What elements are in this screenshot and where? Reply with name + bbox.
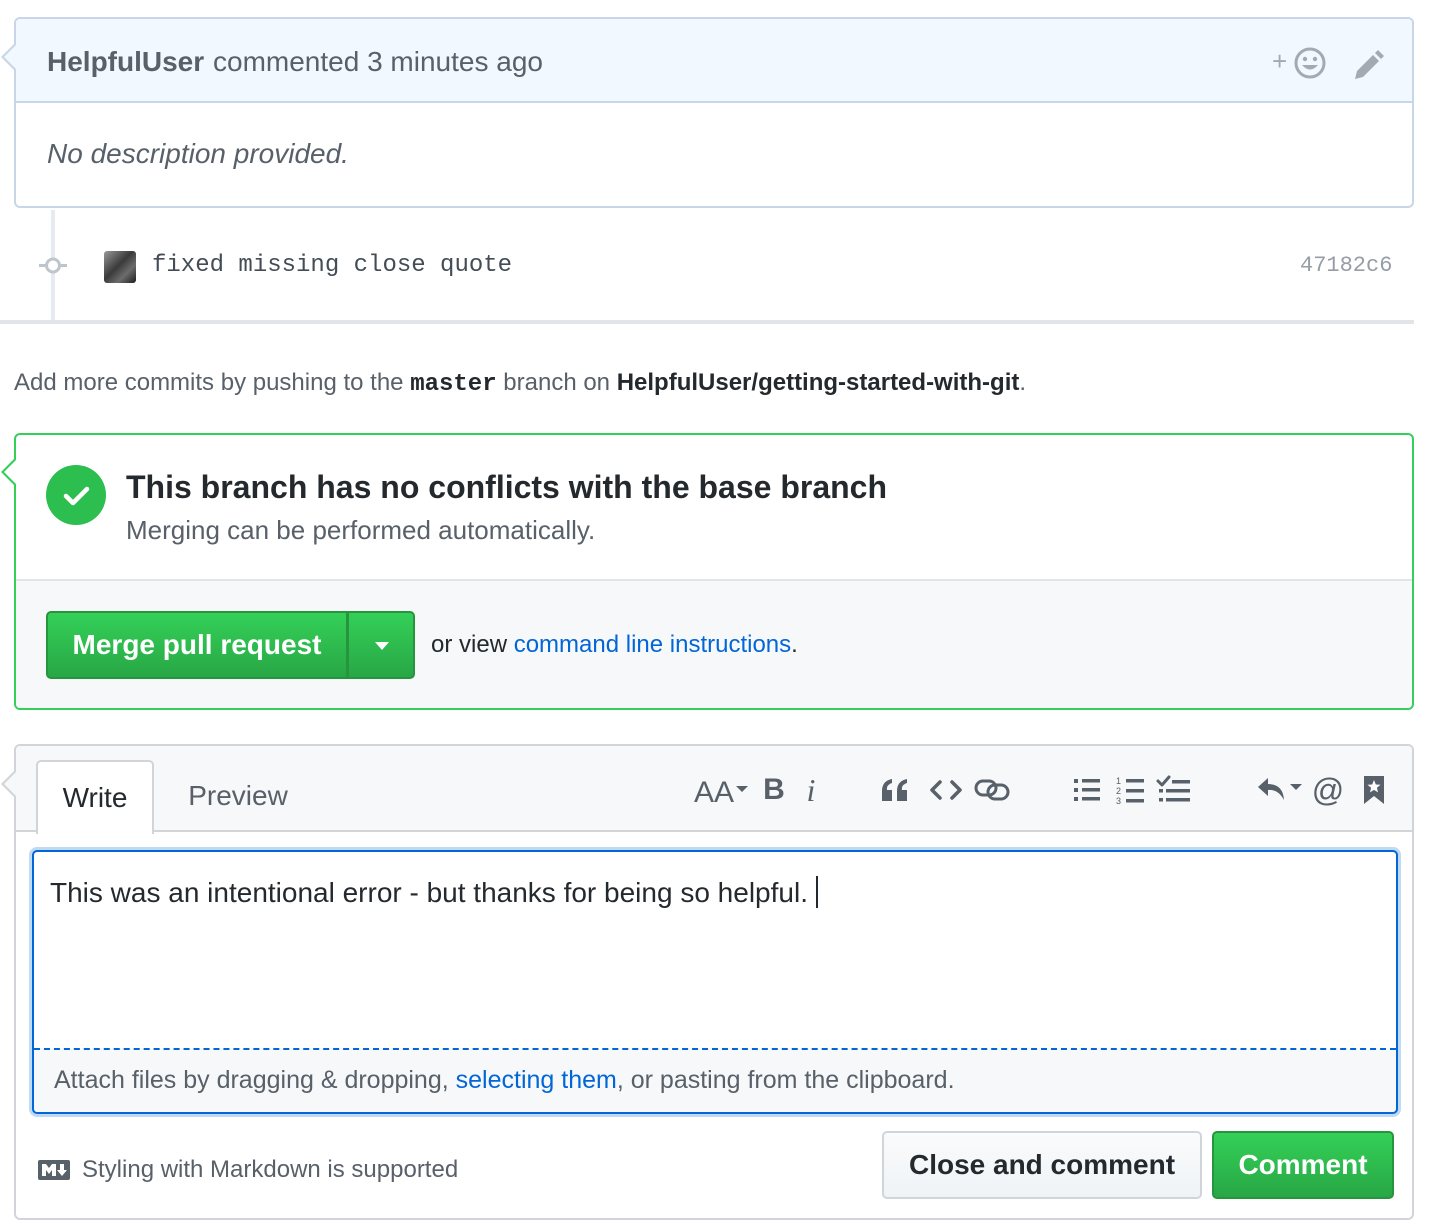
- comment-text-value: This was an intentional error - but than…: [50, 877, 808, 908]
- task-list-icon[interactable]: [1156, 770, 1192, 810]
- tab-preview[interactable]: Preview: [166, 760, 310, 834]
- editor-tabbar: Write Preview AA B i 1 2 3 @: [16, 746, 1412, 834]
- attach-hint: Attach files by dragging & dropping, sel…: [54, 1066, 955, 1095]
- merge-pointer-fill: [4, 460, 16, 484]
- merge-status-title: This branch has no conflicts with the ba…: [126, 469, 888, 505]
- merge-alt-prefix: or view: [431, 631, 514, 658]
- file-attach-dropzone[interactable]: Attach files by dragging & dropping, sel…: [34, 1048, 1396, 1112]
- commit-sha-link[interactable]: 47182c6: [1300, 253, 1392, 278]
- close-and-comment-button[interactable]: Close and comment: [882, 1131, 1202, 1199]
- comment-textarea[interactable]: This was an intentional error - but than…: [32, 850, 1398, 1114]
- attach-prefix: Attach files by dragging & dropping,: [54, 1066, 456, 1094]
- unordered-list-icon[interactable]: [1072, 770, 1102, 810]
- quote-icon[interactable]: [880, 770, 910, 810]
- plus-icon: +: [1272, 46, 1287, 76]
- markdown-hint-text: Styling with Markdown is supported: [82, 1156, 459, 1183]
- merge-alternative-hint: or view command line instructions.: [431, 631, 798, 659]
- bookmark-icon[interactable]: [1362, 770, 1386, 810]
- pencil-icon: [1355, 50, 1384, 79]
- comment-header: HelpfulUser commented 3 minutes ago +: [16, 19, 1412, 103]
- merge-status-subtitle: Merging can be performed automatically.: [126, 515, 596, 545]
- link-icon[interactable]: [974, 770, 1010, 810]
- push-hint-middle: branch on: [496, 369, 617, 396]
- smiley-icon: +: [1272, 46, 1326, 79]
- markdown-hint[interactable]: Styling with Markdown is supported: [38, 1156, 458, 1184]
- new-comment-form: Write Preview AA B i 1 2 3 @ This was an…: [14, 744, 1414, 1220]
- svg-text:AA: AA: [694, 776, 734, 809]
- check-circle-icon: [46, 465, 106, 525]
- bold-icon[interactable]: B: [762, 770, 786, 810]
- markdown-icon: [38, 1160, 70, 1180]
- text-cursor: [815, 876, 818, 908]
- text-size-icon[interactable]: AA: [694, 770, 750, 810]
- reply-icon[interactable]: [1256, 770, 1304, 810]
- attach-suffix: , or pasting from the clipboard.: [616, 1066, 955, 1094]
- compose-pointer-fill: [4, 772, 16, 796]
- merge-method-dropdown-button[interactable]: [347, 611, 415, 679]
- merge-alt-suffix: .: [791, 631, 798, 658]
- ordered-list-icon[interactable]: 1 2 3: [1116, 770, 1146, 810]
- comment-button[interactable]: Comment: [1212, 1131, 1394, 1199]
- tab-write[interactable]: Write: [36, 760, 154, 834]
- merge-actions: Merge pull request or view command line …: [16, 579, 1412, 708]
- repo-name: HelpfulUser/getting-started-with-git: [616, 369, 1020, 396]
- push-hint-prefix: Add more commits by pushing to the: [14, 369, 411, 396]
- pr-description-comment: HelpfulUser commented 3 minutes ago + No…: [14, 17, 1414, 208]
- mention-icon[interactable]: @: [1312, 770, 1344, 810]
- comment-timestamp[interactable]: commented 3 minutes ago: [213, 46, 543, 78]
- comment-author[interactable]: HelpfulUser: [47, 46, 204, 78]
- italic-icon[interactable]: i: [800, 770, 822, 810]
- command-line-instructions-link[interactable]: command line instructions: [514, 631, 791, 658]
- git-commit-icon: [39, 257, 67, 274]
- edit-comment-button[interactable]: [1351, 47, 1385, 81]
- branch-name: master: [410, 371, 497, 398]
- comment-body: No description provided.: [47, 138, 349, 169]
- comment-pointer-fill: [4, 45, 16, 69]
- commit-author-avatar[interactable]: [104, 251, 136, 283]
- push-hint-suffix: .: [1019, 369, 1027, 396]
- select-files-link[interactable]: selecting them: [456, 1066, 617, 1094]
- merge-status-box: This branch has no conflicts with the ba…: [14, 433, 1414, 710]
- timeline-divider: [0, 320, 1414, 324]
- comment-text[interactable]: This was an intentional error - but than…: [50, 876, 818, 909]
- svg-text:3: 3: [1116, 796, 1121, 805]
- merge-pull-request-button[interactable]: Merge pull request: [46, 611, 348, 679]
- code-icon[interactable]: [930, 770, 962, 810]
- push-commits-hint: Add more commits by pushing to the maste…: [14, 369, 1026, 398]
- commit-message-link[interactable]: fixed missing close quote: [152, 252, 512, 279]
- svg-text:2: 2: [1116, 786, 1121, 796]
- svg-text:1: 1: [1116, 776, 1121, 786]
- add-reaction-button[interactable]: +: [1272, 45, 1332, 81]
